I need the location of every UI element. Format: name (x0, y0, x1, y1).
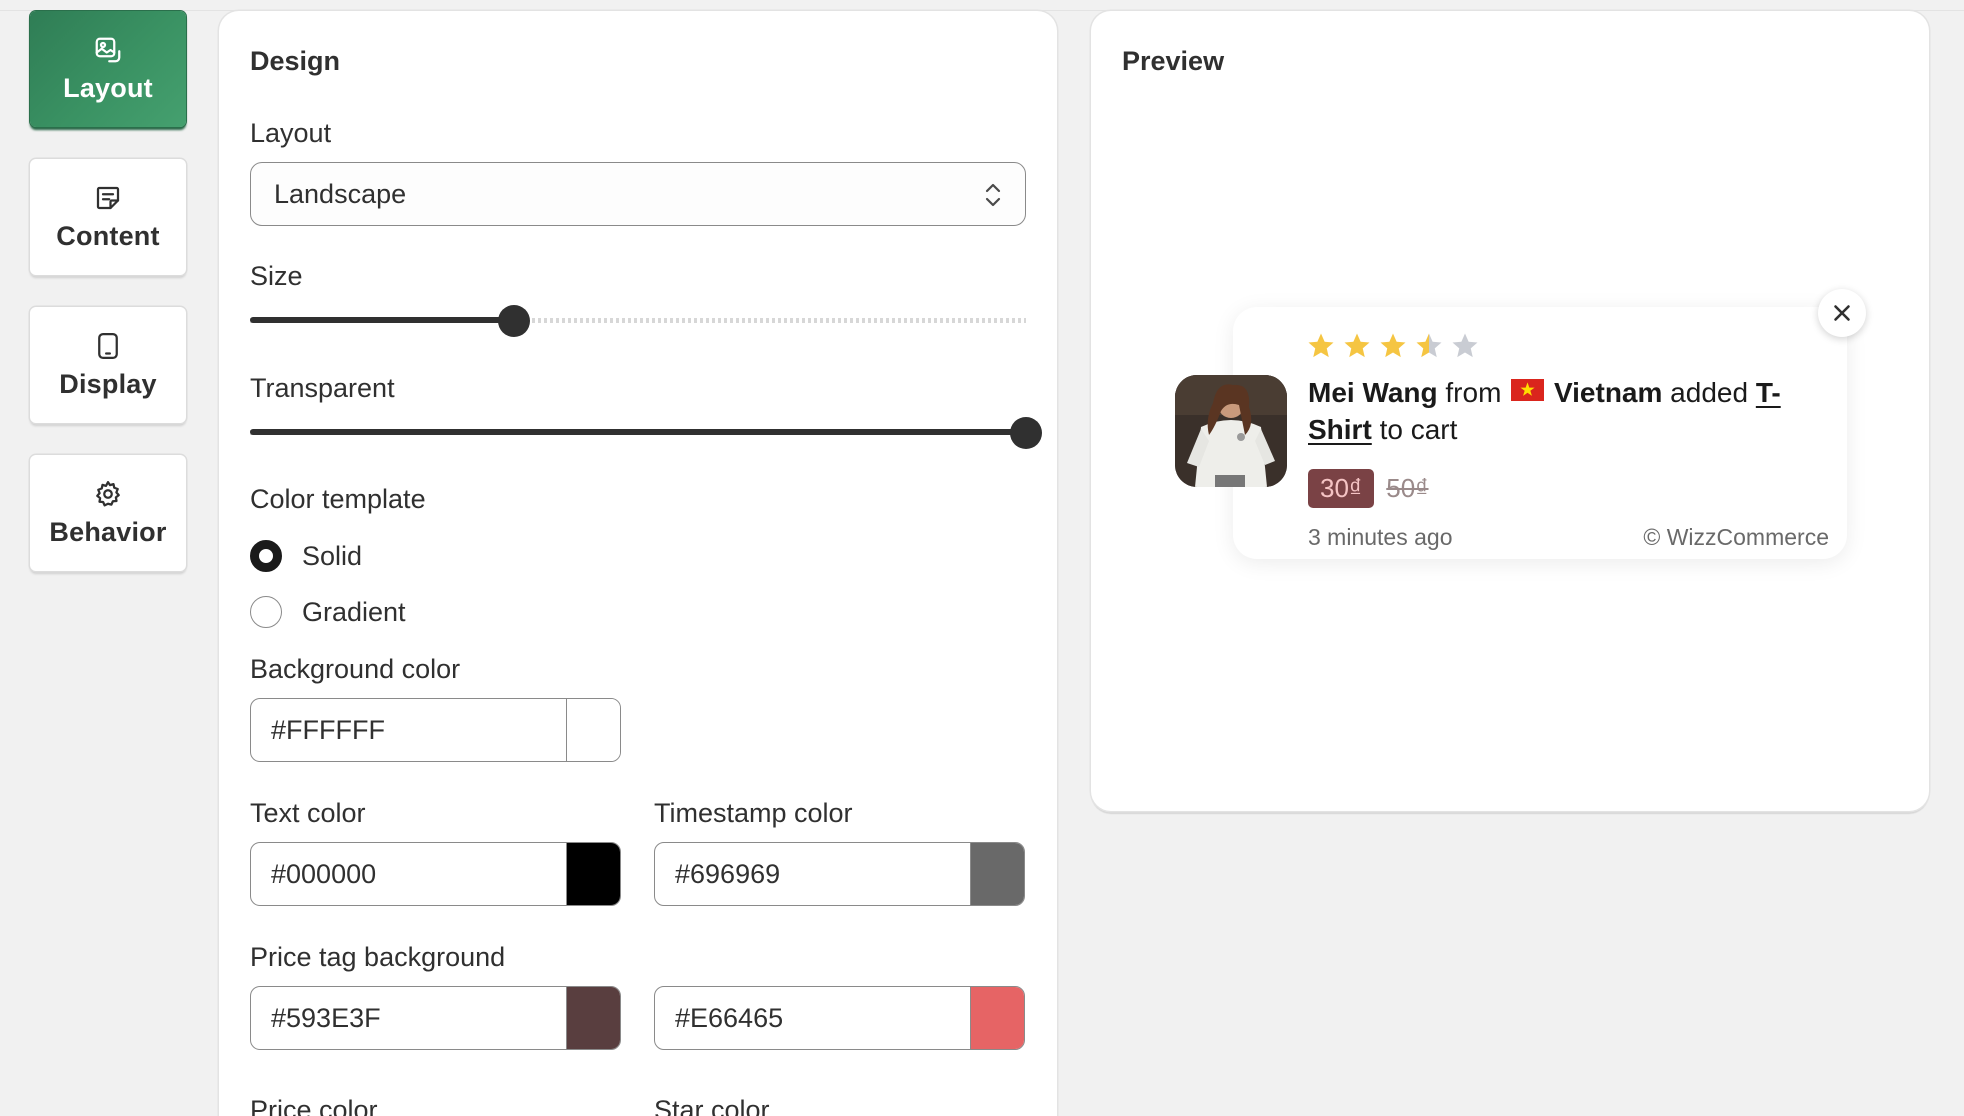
notification-message: Mei Wang from Vietnam added T-Shirt to c… (1308, 374, 1828, 448)
radio-gradient-circle[interactable] (250, 596, 282, 628)
design-card: Design Layout Landscape Size Transparent… (219, 11, 1057, 1116)
layout-label: Layout (250, 118, 332, 148)
tab-display-label: Display (59, 368, 157, 399)
radio-gradient-label: Gradient (302, 596, 406, 627)
text-color-label: Text color (250, 798, 366, 828)
tab-layout-label: Layout (63, 72, 153, 103)
transparent-slider-fill (250, 429, 1026, 435)
action-text: added (1670, 377, 1749, 408)
size-slider[interactable] (250, 305, 1026, 337)
size-slider-thumb[interactable] (497, 305, 530, 337)
price-tag-background-value[interactable]: #593E3F (251, 987, 566, 1049)
transparent-slider[interactable] (250, 417, 1042, 449)
tab-display[interactable]: Display (30, 307, 186, 423)
price-row: 30₫ 50₫ (1308, 469, 1429, 508)
price-tag-background-field[interactable]: #593E3F (250, 986, 621, 1050)
product-image (1175, 375, 1287, 487)
layout-select-value: Landscape (274, 178, 407, 209)
star-icon (1308, 333, 1334, 358)
radio-gradient[interactable]: Gradient (250, 596, 406, 628)
timestamp-color-swatch[interactable] (970, 843, 1024, 905)
tab-content-label: Content (56, 220, 160, 251)
tab-behavior[interactable]: Behavior (30, 455, 186, 571)
price-tag: 30₫ (1308, 469, 1375, 508)
tab-content[interactable]: Content (30, 159, 186, 275)
price-tag-second-color-value[interactable]: #E66465 (655, 987, 970, 1049)
timestamp-color-label: Timestamp color (654, 798, 853, 828)
tab-layout[interactable]: Layout (30, 11, 186, 127)
tab-behavior-label: Behavior (49, 516, 167, 547)
brand-credit[interactable]: © WizzCommerce (1643, 524, 1829, 551)
preview-card: Preview Mei Wang from Vietnam added T-Sh… (1091, 11, 1929, 811)
tablet-icon (98, 332, 118, 359)
star-rating (1306, 331, 1480, 361)
close-icon (1834, 305, 1850, 321)
preview-title: Preview (1122, 46, 1225, 76)
customer-name: Mei Wang (1308, 377, 1438, 408)
notification-timestamp: 3 minutes ago (1308, 524, 1453, 550)
radio-solid-circle[interactable] (250, 540, 282, 572)
vietnam-flag-icon (1511, 379, 1545, 401)
radio-solid[interactable]: Solid (250, 540, 362, 572)
price-color-label: Price color (250, 1095, 378, 1116)
timestamp-color-value[interactable]: #696969 (655, 843, 970, 905)
select-chevron-icon (985, 183, 1001, 207)
old-price: 50₫ (1386, 473, 1429, 503)
background-color-field[interactable]: #FFFFFF (250, 698, 621, 762)
from-text: from (1445, 377, 1502, 408)
image-icon (95, 37, 121, 62)
price-tag-second-color-field[interactable]: #E66465 (654, 986, 1025, 1050)
price-tag-background-swatch[interactable] (566, 987, 620, 1049)
note-icon (96, 186, 120, 209)
background-color-swatch[interactable] (566, 699, 620, 761)
radio-solid-label: Solid (302, 540, 363, 571)
background-color-label: Background color (250, 654, 461, 684)
text-color-field[interactable]: #000000 (250, 842, 621, 906)
size-slider-fill (250, 317, 514, 323)
timestamp-color-field[interactable]: #696969 (654, 842, 1025, 906)
transparent-label: Transparent (250, 373, 395, 403)
star-icon (1416, 333, 1442, 358)
star-icon (1380, 333, 1406, 358)
price-tag-background-label: Price tag background (250, 942, 506, 972)
product-photo-icon (1175, 375, 1287, 487)
size-label: Size (250, 261, 303, 291)
star-icon (1452, 333, 1478, 358)
color-template-label: Color template (250, 484, 426, 514)
star-color-label: Star color (654, 1095, 770, 1116)
gear-icon (96, 480, 120, 506)
layout-select[interactable]: Landscape (250, 162, 1026, 226)
text-color-swatch[interactable] (566, 843, 620, 905)
price-tag-second-color-swatch[interactable] (970, 987, 1024, 1049)
country-name: Vietnam (1553, 377, 1663, 408)
design-title: Design (250, 46, 341, 76)
background-color-value[interactable]: #FFFFFF (251, 699, 566, 761)
star-icon (1344, 333, 1370, 358)
text-color-value[interactable]: #000000 (251, 843, 566, 905)
close-notification-button[interactable] (1818, 289, 1866, 337)
transparent-slider-thumb[interactable] (1010, 417, 1042, 449)
suffix-text: to cart (1379, 414, 1458, 445)
